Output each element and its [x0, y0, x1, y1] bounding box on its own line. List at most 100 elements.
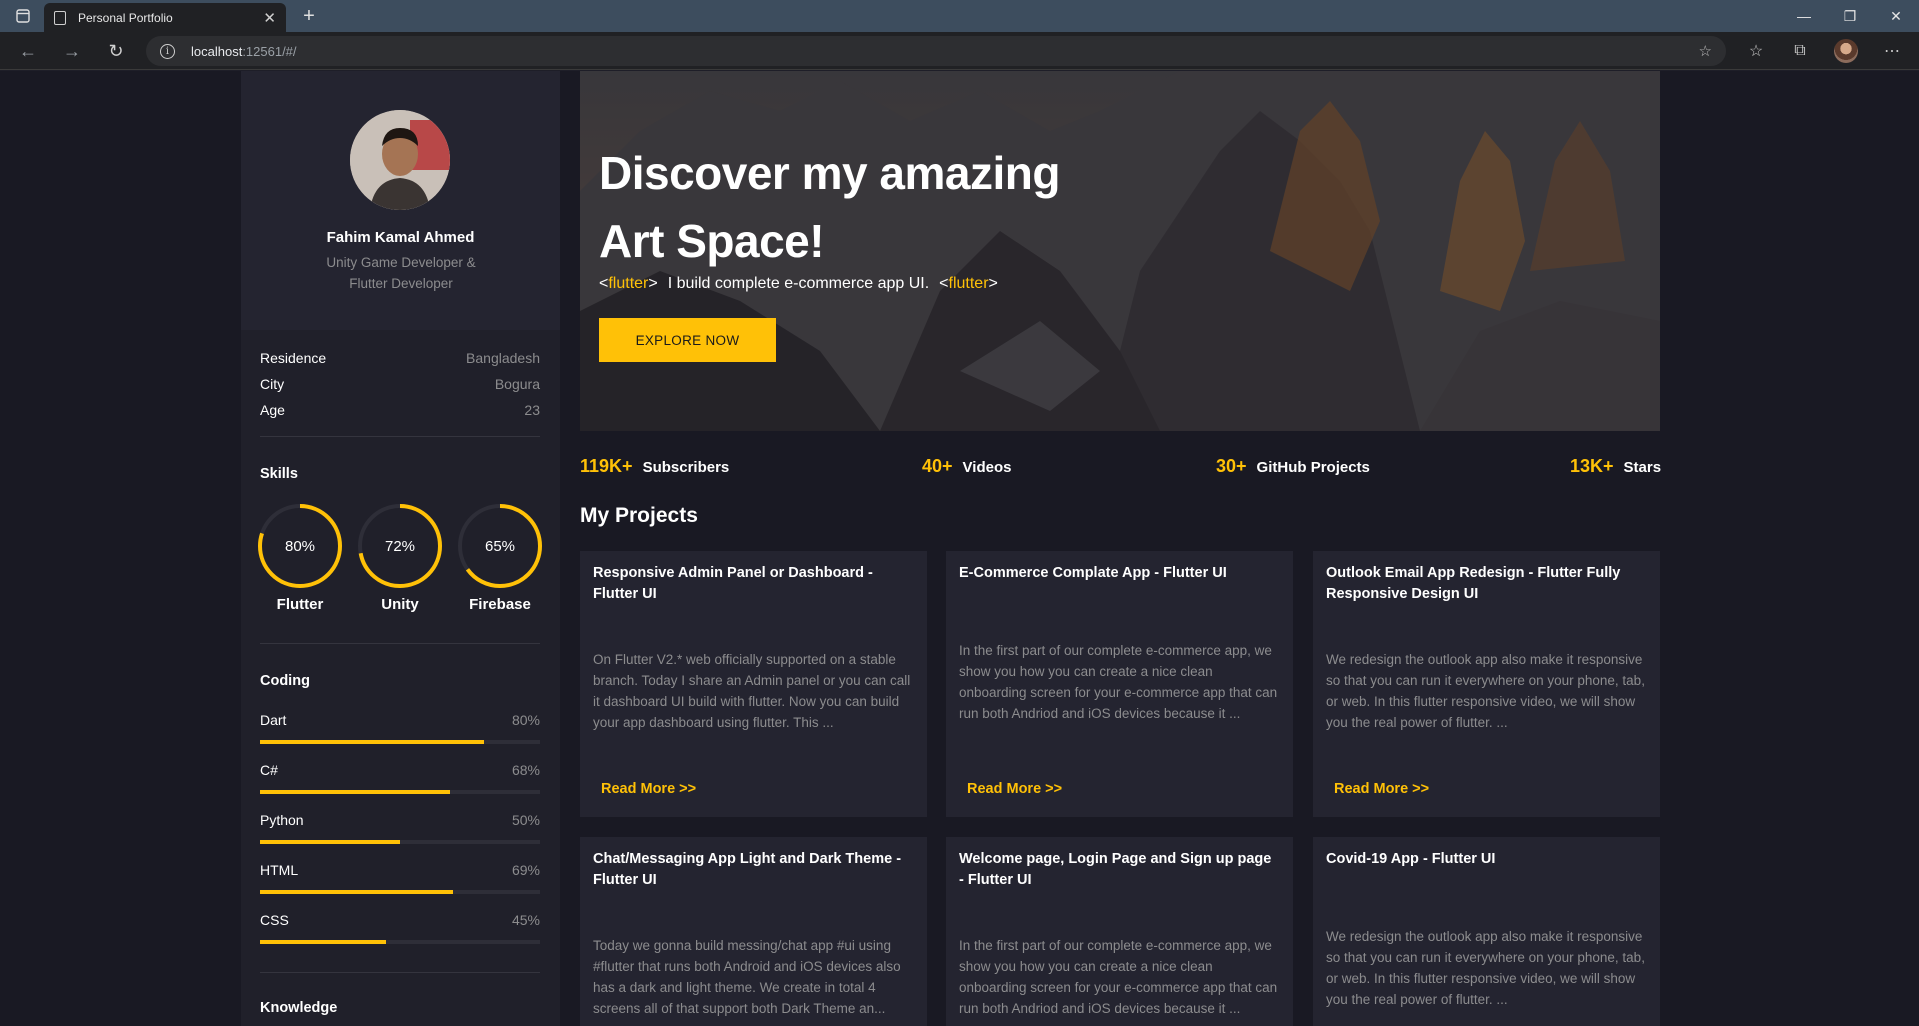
project-description: We redesign the outlook app also make it…: [1326, 929, 1645, 1007]
coding-bar: [260, 890, 540, 894]
skill-label: Firebase: [469, 596, 531, 613]
project-card: Responsive Admin Panel or Dashboard - Fl…: [580, 551, 927, 817]
coding-bar-fill: [260, 890, 454, 894]
coding-row-css: CSS 45%: [260, 912, 540, 932]
tab-title: Personal Portfolio: [78, 10, 173, 25]
project-description: In the first part of our complete e-comm…: [959, 938, 1278, 1016]
stat-label: Videos: [962, 459, 1012, 476]
page-icon: [54, 10, 66, 25]
coding-title: Coding: [260, 673, 310, 689]
read-more-link[interactable]: Read More >>: [1334, 781, 1429, 797]
project-title: Chat/Messaging App Light and Dark Theme …: [593, 851, 902, 888]
address-bar-row: ← → ↻ i localhost :12561/#/ ☆ ☆ ⧉ ⋯: [0, 32, 1919, 70]
coding-percent: 69%: [511, 862, 540, 878]
profile-role-line1: Unity Game Developer &: [326, 255, 476, 270]
coding-bar-fill: [260, 940, 386, 944]
close-window-icon[interactable]: ✕: [1873, 0, 1919, 32]
projects-title: My Projects: [580, 504, 698, 527]
avatar: [350, 110, 450, 210]
project-card: Outlook Email App Redesign - Flutter Ful…: [1313, 551, 1660, 817]
explore-now-button[interactable]: EXPLORE NOW: [599, 318, 776, 362]
coding-percent: 80%: [511, 712, 540, 728]
profile-avatar-icon[interactable]: [1834, 39, 1858, 63]
divider: [260, 972, 540, 973]
hero-title: Discover my amazing Art Space!: [599, 139, 1219, 275]
reload-icon[interactable]: ↻: [102, 38, 130, 64]
coding-percent: 50%: [511, 812, 540, 828]
stat-github-projects: 30+ GitHub Projects: [1216, 456, 1370, 477]
stat-stars: 13K+ Stars: [1570, 456, 1661, 477]
info-row-city: City Bogura: [260, 376, 540, 396]
more-menu-icon[interactable]: ⋯: [1879, 39, 1905, 63]
tag-flutter: flutter: [608, 275, 649, 292]
favorites-icon[interactable]: ☆: [1743, 39, 1769, 63]
project-description: We redesign the outlook app also make it…: [1326, 652, 1645, 730]
coding-bar-fill: [260, 790, 451, 794]
info-row-age: Age 23: [260, 402, 540, 422]
tag-close-bracket: >: [648, 275, 658, 292]
favorite-star-icon[interactable]: ☆: [1699, 42, 1712, 60]
site-info-icon[interactable]: i: [160, 43, 175, 59]
url-field[interactable]: i localhost :12561/#/ ☆: [146, 36, 1726, 66]
skill-ring-firebase: 65%: [457, 503, 543, 589]
close-tab-icon[interactable]: ✕: [263, 9, 276, 27]
browser-tab-bar: Personal Portfolio ✕ + — ❐ ✕: [0, 0, 1919, 32]
profile-role-line2: Flutter Developer: [349, 276, 453, 291]
coding-percent: 45%: [511, 912, 540, 928]
stat-subscribers: 119K+ Subscribers: [580, 456, 729, 477]
stat-label: GitHub Projects: [1256, 459, 1370, 476]
divider: [260, 643, 540, 644]
coding-label: CSS: [260, 912, 289, 928]
profile-role: Unity Game Developer & Flutter Developer: [301, 252, 501, 294]
coding-row-csharp: C# 68%: [260, 762, 540, 782]
coding-bar: [260, 940, 540, 944]
read-more-link[interactable]: Read More >>: [601, 781, 696, 797]
coding-label: C#: [260, 762, 278, 778]
url-path: :12561/#/: [242, 43, 297, 59]
tag-flutter: flutter: [948, 275, 989, 292]
coding-percent: 68%: [511, 762, 540, 778]
project-title: Responsive Admin Panel or Dashboard - Fl…: [593, 565, 873, 602]
coding-bar-fill: [260, 740, 484, 744]
stat-number: 40+: [922, 456, 953, 476]
coding-bar: [260, 840, 540, 844]
url-host: localhost: [191, 43, 243, 59]
info-value: Bangladesh: [466, 350, 540, 366]
project-description: Today we gonna build messing/chat app #u…: [593, 938, 901, 1016]
stat-videos: 40+ Videos: [922, 456, 1011, 477]
forward-icon[interactable]: →: [58, 38, 86, 64]
coding-label: Dart: [260, 712, 287, 728]
project-title: Welcome page, Login Page and Sign up pag…: [959, 851, 1272, 888]
coding-bar-fill: [260, 840, 400, 844]
new-tab-button[interactable]: +: [296, 3, 322, 29]
skill-percent: 80%: [284, 537, 316, 555]
tag-open-bracket: <: [939, 275, 949, 292]
skill-label: Flutter: [276, 596, 324, 613]
coding-row-html: HTML 69%: [260, 862, 540, 882]
profile-card: Fahim Kamal Ahmed Unity Game Developer &…: [241, 71, 560, 330]
info-key: Residence: [260, 350, 327, 366]
project-card: Welcome page, Login Page and Sign up pag…: [946, 837, 1293, 1026]
skill-percent: 72%: [384, 537, 416, 555]
skill-ring-flutter: 80%: [257, 503, 343, 589]
browser-tab[interactable]: Personal Portfolio ✕: [44, 3, 286, 32]
minimize-icon[interactable]: —: [1781, 0, 1827, 32]
collections-icon[interactable]: ⧉: [1787, 39, 1813, 63]
restore-icon[interactable]: ❐: [1827, 0, 1873, 32]
tag-close-bracket: >: [988, 275, 998, 292]
skill-percent: 65%: [484, 537, 516, 555]
coding-bar: [260, 790, 540, 794]
sidebar: Fahim Kamal Ahmed Unity Game Developer &…: [241, 71, 560, 1026]
project-title: Covid-19 App - Flutter UI: [1326, 851, 1496, 867]
info-key: Age: [260, 402, 285, 418]
back-icon[interactable]: ←: [14, 38, 42, 64]
coding-label: Python: [260, 812, 304, 828]
tagline-text: I build complete e-commerce app UI.: [667, 275, 930, 292]
read-more-link[interactable]: Read More >>: [967, 781, 1062, 797]
info-value: Bogura: [494, 376, 540, 392]
tab-actions-icon[interactable]: [10, 6, 36, 26]
tag-open-bracket: <: [599, 275, 609, 292]
project-card: Covid-19 App - Flutter UI We redesign th…: [1313, 837, 1660, 1026]
coding-row-python: Python 50%: [260, 812, 540, 832]
project-title: E-Commerce Complate App - Flutter UI: [959, 565, 1227, 581]
